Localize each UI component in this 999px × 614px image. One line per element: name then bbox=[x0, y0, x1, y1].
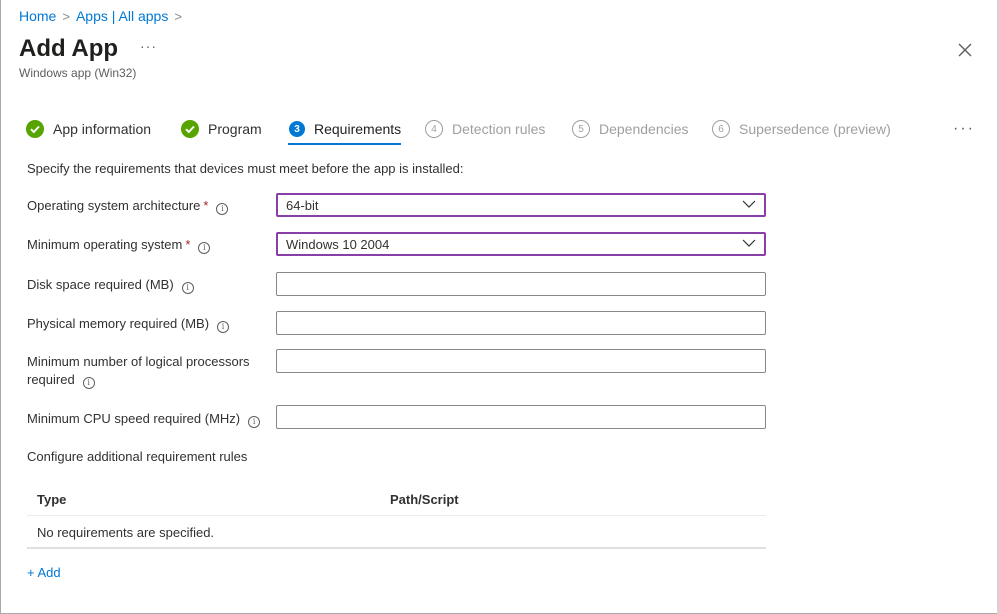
column-header-path-script[interactable]: Path/Script bbox=[390, 492, 459, 507]
cpu-speed-input[interactable] bbox=[276, 405, 766, 429]
check-circle-icon bbox=[181, 120, 199, 138]
breadcrumb-home[interactable]: Home bbox=[19, 8, 56, 24]
info-icon[interactable]: i bbox=[82, 377, 95, 389]
tab-label: App information bbox=[53, 121, 152, 137]
label-text: Disk space required (MB) bbox=[27, 277, 174, 292]
step-3-icon: 3 bbox=[289, 121, 305, 137]
tab-label: Detection rules bbox=[452, 121, 546, 137]
logical-processors-input[interactable] bbox=[276, 349, 766, 373]
required-marker: * bbox=[203, 198, 209, 213]
logical-processors-label: Minimum number of logical processors req… bbox=[27, 353, 250, 389]
step-6-icon: 6 bbox=[712, 120, 730, 138]
chevron-right-icon: > bbox=[174, 8, 182, 24]
chevron-right-icon: > bbox=[62, 8, 70, 24]
wizard-tabs: App information Program 3 Requirements 4… bbox=[26, 116, 976, 146]
dropdown-value: 64-bit bbox=[286, 197, 319, 213]
chevron-down-icon bbox=[742, 200, 756, 208]
label-text: Minimum operating system bbox=[27, 237, 183, 252]
chevron-down-icon bbox=[742, 239, 756, 247]
info-icon[interactable]: i bbox=[217, 321, 230, 333]
column-header-type[interactable]: Type bbox=[37, 492, 66, 507]
close-icon bbox=[958, 43, 972, 57]
tab-detection-rules[interactable]: 4 Detection rules bbox=[425, 116, 545, 142]
label-text: required bbox=[27, 372, 75, 387]
tab-app-information[interactable]: App information bbox=[26, 116, 151, 142]
tab-label: Program bbox=[208, 121, 262, 137]
min-os-dropdown[interactable]: Windows 10 2004 bbox=[276, 232, 766, 256]
page-subtitle: Windows app (Win32) bbox=[19, 66, 137, 80]
label-text: Operating system architecture bbox=[27, 198, 201, 213]
os-architecture-dropdown[interactable]: 64-bit bbox=[276, 193, 766, 217]
breadcrumb-apps[interactable]: Apps | All apps bbox=[76, 8, 168, 24]
tab-label: Supersedence (preview) bbox=[739, 121, 891, 137]
tab-dependencies[interactable]: 5 Dependencies bbox=[572, 116, 689, 142]
label-text: Minimum number of logical processors bbox=[27, 354, 250, 369]
tab-requirements[interactable]: 3 Requirements bbox=[289, 116, 401, 142]
dropdown-value: Windows 10 2004 bbox=[286, 236, 390, 252]
active-tab-indicator bbox=[288, 143, 401, 145]
step-4-icon: 4 bbox=[425, 120, 443, 138]
close-button[interactable] bbox=[955, 40, 975, 60]
physical-memory-input[interactable] bbox=[276, 311, 766, 335]
form-intro: Specify the requirements that devices mu… bbox=[27, 161, 464, 176]
check-circle-icon bbox=[26, 120, 44, 138]
more-options-button[interactable]: ··· bbox=[140, 38, 157, 54]
tab-label: Dependencies bbox=[599, 121, 689, 137]
step-5-icon: 5 bbox=[572, 120, 590, 138]
window-frame bbox=[0, 0, 999, 614]
label-text: Minimum CPU speed required (MHz) bbox=[27, 411, 241, 426]
info-icon[interactable]: i bbox=[198, 242, 211, 254]
breadcrumb: Home > Apps | All apps > bbox=[19, 8, 188, 24]
empty-state-text: No requirements are specified. bbox=[37, 525, 215, 540]
label-text: Physical memory required (MB) bbox=[27, 316, 210, 331]
info-icon[interactable]: i bbox=[216, 203, 229, 215]
header-divider bbox=[27, 515, 766, 516]
requirement-rules-heading: Configure additional requirement rules bbox=[27, 449, 248, 464]
tabs-more-button[interactable]: ··· bbox=[953, 120, 975, 138]
add-rule-button[interactable]: + Add bbox=[27, 565, 61, 580]
cpu-speed-label: Minimum CPU speed required (MHz) i bbox=[27, 410, 261, 428]
min-os-label: Minimum operating system * i bbox=[27, 236, 211, 254]
info-icon[interactable]: i bbox=[248, 416, 261, 428]
info-icon[interactable]: i bbox=[181, 282, 194, 294]
disk-space-input[interactable] bbox=[276, 272, 766, 296]
os-architecture-label: Operating system architecture * i bbox=[27, 197, 229, 215]
tab-program[interactable]: Program bbox=[181, 116, 262, 142]
physical-memory-label: Physical memory required (MB) i bbox=[27, 315, 230, 333]
required-marker: * bbox=[185, 237, 191, 252]
disk-space-label: Disk space required (MB) i bbox=[27, 276, 194, 294]
page-title: Add App bbox=[19, 35, 119, 62]
tab-label: Requirements bbox=[314, 121, 402, 137]
table-bottom-divider bbox=[27, 547, 766, 549]
tab-supersedence[interactable]: 6 Supersedence (preview) bbox=[712, 116, 891, 142]
